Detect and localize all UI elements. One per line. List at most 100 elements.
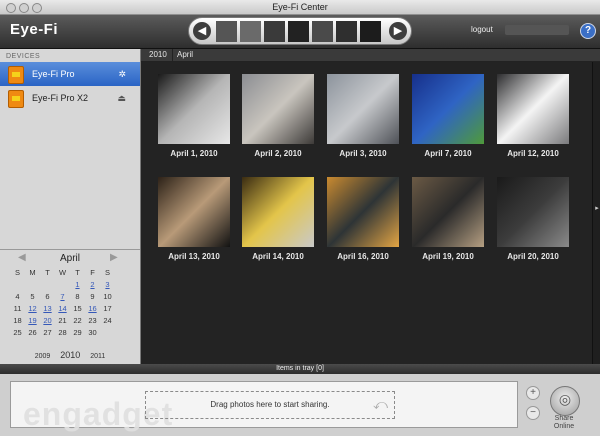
photo-caption: April 3, 2010 (339, 149, 387, 158)
weekday-label: W (58, 268, 67, 277)
photo-thumbnail[interactable]: April 20, 2010 (497, 177, 569, 261)
filmstrip-thumb[interactable] (240, 21, 261, 42)
calendar-day: 10 (103, 292, 112, 301)
zoom-window-button[interactable] (32, 3, 42, 13)
title-bar: Eye-Fi Center (0, 0, 600, 15)
calendar-day-link[interactable]: 16 (85, 304, 100, 313)
photo-thumbnail[interactable]: April 7, 2010 (412, 74, 484, 158)
photo-image (497, 177, 569, 247)
help-button[interactable]: ? (580, 23, 596, 39)
calendar-day: 11 (13, 304, 22, 313)
calendar-day-link[interactable]: 19 (25, 316, 40, 325)
device-name: Eye-Fi Pro (32, 69, 75, 79)
curved-arrow-icon: ⤺ (373, 396, 388, 412)
calendar-day: 5 (30, 292, 35, 301)
year-selector: 2009 2010 2011 (0, 350, 140, 360)
photo-caption: April 13, 2010 (168, 252, 220, 261)
calendar-day: 22 (73, 316, 82, 325)
photo-thumbnail[interactable]: April 2, 2010 (242, 74, 314, 158)
next-button[interactable]: ▶ (389, 22, 407, 40)
calendar-day: 24 (103, 316, 112, 325)
week-row: 25 26 27 28 29 30 (10, 326, 130, 338)
scrollbar[interactable]: ▸ (592, 62, 600, 364)
previous-month-arrow[interactable]: ◀ (18, 252, 26, 263)
year-current[interactable]: 2010 (60, 350, 80, 360)
calendar-day: 15 (73, 304, 82, 313)
calendar-grid: S M T W T F S 1 2 3 4 5 6 7 8 9 10 11 12 13 14 15 16 17 18 19 20 21… (10, 266, 130, 338)
breadcrumb-month[interactable]: April (172, 49, 198, 61)
photo-image (412, 74, 484, 144)
filmstrip: ◀ ▶ (188, 17, 412, 45)
weekday-row: SMTWTFS (10, 266, 130, 278)
year-next[interactable]: 2011 (90, 353, 105, 360)
remove-button[interactable]: − (526, 406, 540, 420)
logout-link[interactable]: logout (471, 25, 493, 34)
photo-caption: April 2, 2010 (254, 149, 302, 158)
device-eye-fi-pro[interactable]: Eye-Fi Pro ✲ (0, 62, 140, 86)
photo-thumbnail[interactable]: April 19, 2010 (412, 177, 484, 261)
scroll-handle-icon[interactable]: ▸ (593, 194, 600, 224)
gear-icon[interactable]: ✲ (118, 62, 126, 86)
photo-thumbnail[interactable]: April 12, 2010 (497, 74, 569, 158)
eye-fi-logo: Eye-Fi (10, 21, 59, 38)
calendar-day-link[interactable]: 14 (55, 304, 70, 313)
calendar-day-link[interactable]: 2 (85, 280, 100, 289)
calendar-day: 17 (103, 304, 112, 313)
share-online-button[interactable] (550, 386, 580, 416)
calendar-day: 25 (13, 328, 22, 337)
photo-caption: April 1, 2010 (170, 149, 218, 158)
filmstrip-thumb[interactable] (264, 21, 285, 42)
calendar-day: 9 (90, 292, 95, 301)
filmstrip-thumbnails (216, 21, 384, 42)
year-prev[interactable]: 2009 (35, 353, 51, 360)
weekday-label: S (14, 268, 20, 277)
photo-thumbnail[interactable]: April 1, 2010 (158, 74, 230, 158)
eye-fi-card-icon (8, 90, 24, 108)
eye-fi-card-icon (8, 66, 24, 84)
sidebar: DEVICES Eye-Fi Pro ✲ Eye-Fi Pro X2 ⏏ ◀ A… (0, 49, 141, 364)
breadcrumb-year[interactable]: 2010 (144, 49, 173, 61)
calendar-day-link[interactable]: 7 (55, 292, 70, 301)
calendar-day-link[interactable]: 20 (40, 316, 55, 325)
filmstrip-thumb[interactable] (216, 21, 237, 42)
weekday-label: T (75, 268, 80, 277)
calendar-day-link[interactable]: 3 (100, 280, 115, 289)
calendar-day: 26 (28, 328, 37, 337)
share-online-label: Share Online (543, 415, 585, 431)
photo-caption: April 12, 2010 (507, 149, 559, 158)
toolbar: Eye-Fi ◀ ▶ logout ? (0, 15, 600, 49)
drop-zone-text: Drag photos here to start sharing. (210, 400, 330, 409)
photo-thumbnail[interactable]: April 3, 2010 (327, 74, 399, 158)
calendar-day: 21 (58, 316, 67, 325)
device-eye-fi-pro-x2[interactable]: Eye-Fi Pro X2 ⏏ (0, 86, 140, 110)
photo-caption: April 7, 2010 (424, 149, 472, 158)
calendar-day-link[interactable]: 13 (40, 304, 55, 313)
calendar-day-link[interactable]: 12 (25, 304, 40, 313)
eject-icon[interactable]: ⏏ (117, 86, 126, 110)
add-button[interactable]: + (526, 386, 540, 400)
filmstrip-thumb[interactable] (360, 21, 381, 42)
photo-thumbnail[interactable]: April 14, 2010 (242, 177, 314, 261)
photo-image (412, 177, 484, 247)
filmstrip-thumb[interactable] (312, 21, 333, 42)
weekday-label: T (45, 268, 50, 277)
photo-image (327, 74, 399, 144)
previous-button[interactable]: ◀ (193, 22, 211, 40)
filmstrip-thumb[interactable] (336, 21, 357, 42)
photo-thumbnail[interactable]: April 16, 2010 (327, 177, 399, 261)
drop-zone[interactable]: Drag photos here to start sharing. (145, 391, 395, 419)
tray-area[interactable]: engadget Drag photos here to start shari… (10, 381, 518, 432)
close-window-button[interactable] (6, 3, 16, 13)
share-label-line2: Online (553, 423, 575, 430)
week-row: 18 19 20 21 22 23 24 (10, 314, 130, 326)
photo-image (242, 177, 314, 247)
weekday-label: S (104, 268, 110, 277)
photo-caption: April 20, 2010 (507, 252, 559, 261)
calendar-day-link[interactable]: 1 (70, 280, 85, 289)
photo-thumbnail[interactable]: April 13, 2010 (158, 177, 230, 261)
calendar-day: 30 (88, 328, 97, 337)
next-month-arrow[interactable]: ▶ (110, 252, 118, 263)
filmstrip-thumb[interactable] (288, 21, 309, 42)
minimize-window-button[interactable] (19, 3, 29, 13)
photo-image (158, 177, 230, 247)
